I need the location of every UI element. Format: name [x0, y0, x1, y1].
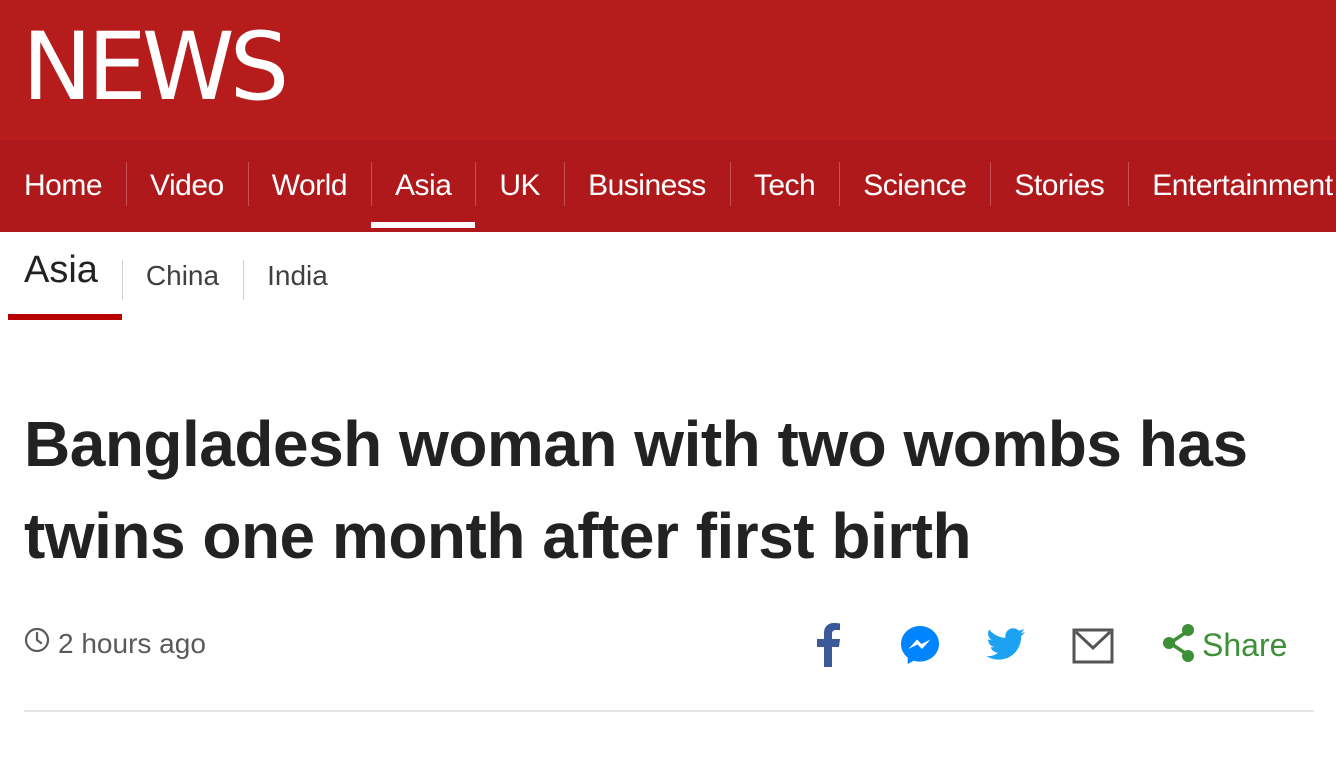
share-button[interactable]: Share [1162, 616, 1287, 674]
timestamp-text: 2 hours ago [58, 628, 206, 659]
share-icon [1162, 623, 1196, 668]
nav-item-entertainment[interactable]: Entertainment & [1128, 140, 1336, 232]
nav-item-uk[interactable]: UK [475, 140, 564, 232]
nav-item-tech[interactable]: Tech [729, 140, 839, 232]
share-toolbar: Share [800, 616, 1290, 674]
nav-item-asia[interactable]: Asia [371, 140, 476, 232]
clock-icon [24, 624, 50, 664]
facebook-icon[interactable] [814, 616, 842, 674]
masthead: NEWS [0, 0, 1336, 140]
section-subnav: Asia China India [0, 232, 1336, 322]
nav-item-business[interactable]: Business [564, 140, 730, 232]
email-icon[interactable] [1072, 616, 1114, 674]
nav-item-science[interactable]: Science [839, 140, 990, 232]
nav-item-home[interactable]: Home [0, 140, 126, 232]
article-headline: Bangladesh woman with two wombs has twin… [24, 408, 1248, 572]
share-label: Share [1202, 627, 1288, 663]
nav-item-video[interactable]: Video [126, 140, 248, 232]
nav-item-stories[interactable]: Stories [990, 140, 1128, 232]
twitter-icon[interactable] [986, 616, 1026, 674]
messenger-icon[interactable] [900, 616, 940, 674]
main-nav: Home Video World Asia UK Business Tech S… [0, 140, 1336, 232]
news-logo[interactable]: NEWS [22, 18, 289, 118]
nav-item-world[interactable]: World [247, 140, 371, 232]
subnav-item-india[interactable]: India [243, 232, 352, 320]
subnav-item-asia[interactable]: Asia [0, 232, 122, 320]
article-timestamp: 2 hours ago [24, 624, 206, 664]
subnav-item-china[interactable]: China [121, 232, 243, 320]
divider [24, 710, 1314, 712]
